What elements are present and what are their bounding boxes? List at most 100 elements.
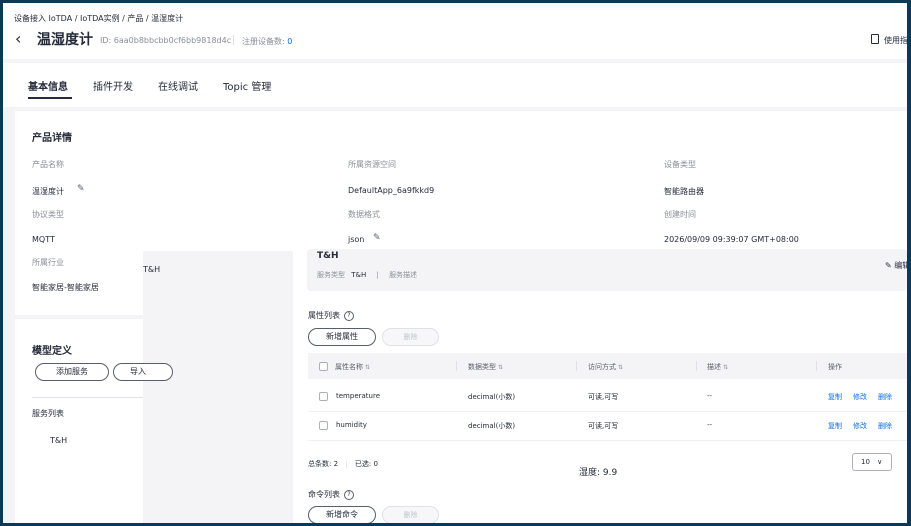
service-type-label: 服务类型: [317, 271, 345, 279]
table-footer: 总条数: 2 | 已选: 0: [308, 460, 378, 468]
registered-label: 注册设备数:: [242, 37, 285, 46]
registered-devices: 注册设备数: 0: [242, 36, 292, 47]
copy-link[interactable]: 复制: [828, 392, 842, 402]
import-button[interactable]: 导入: [113, 363, 173, 381]
divider: [32, 397, 143, 398]
modify-link[interactable]: 修改: [853, 392, 867, 402]
column-header[interactable]: 访问方式 ⇅: [588, 362, 623, 372]
page-header: 设备接入 IoTDA / IoTDA实例 / 产品 / 温湿度计 ‹ 温湿度计 …: [3, 3, 907, 59]
back-icon[interactable]: ‹: [15, 29, 21, 49]
help-icon[interactable]: ?: [344, 310, 354, 321]
select-all-checkbox[interactable]: [319, 362, 328, 371]
service-item[interactable]: T&H: [50, 436, 67, 445]
sort-icon: ⇅: [723, 364, 729, 371]
registered-count[interactable]: 0: [287, 37, 292, 46]
service-desc-label: 服务描述: [389, 271, 418, 279]
delete-link[interactable]: 删除: [878, 421, 892, 431]
column-header[interactable]: 数据类型 ⇅: [468, 362, 503, 372]
property-name: humidity: [336, 421, 367, 429]
service-list-label: 服务列表: [32, 409, 64, 418]
tab-online-debug[interactable]: 在线调试: [158, 78, 198, 93]
stray-label: T&H: [143, 265, 161, 274]
field-label: 协议类型: [32, 210, 64, 219]
column-header[interactable]: 描述 ⇅: [707, 362, 728, 372]
page-title: 温湿度计: [37, 32, 93, 48]
table-row: humidity decimal(小数) 可读,可写 -- 复制 修改 删除: [308, 411, 907, 441]
add-command-button[interactable]: 新增命令: [308, 506, 376, 523]
field-label: 产品名称: [32, 160, 64, 169]
tab-basic-info[interactable]: 基本信息: [28, 78, 68, 93]
add-service-button[interactable]: 添加服务: [35, 363, 109, 381]
model-definition-card: 模型定义 添加服务 导入 服务列表 T&H: [15, 319, 173, 523]
data-format-value: json: [348, 235, 365, 244]
header-divider: [233, 35, 234, 45]
selected-value: 0: [373, 460, 378, 468]
breadcrumb[interactable]: 设备接入 IoTDA / IoTDA实例 / 产品 / 温湿度计: [14, 13, 183, 24]
row-checkbox[interactable]: [319, 392, 328, 401]
overlay-humidity-text: 湿度: 9.9: [579, 468, 618, 478]
copy-link[interactable]: 复制: [828, 421, 842, 431]
property-list-label: 属性列表: [308, 311, 340, 320]
column-header[interactable]: 属性名称 ⇅: [335, 362, 370, 372]
help-icon[interactable]: ?: [344, 489, 354, 500]
row-checkbox[interactable]: [319, 421, 328, 430]
column-header: 操作: [828, 363, 842, 371]
service-detail-panel: T&H 服务类型 T&H | 服务描述 ✎ 编辑 属性列表? 新增属性 删除 属…: [293, 249, 907, 523]
edit-pencil-icon[interactable]: ✎: [373, 233, 381, 243]
field-label: 所属行业: [32, 258, 64, 267]
property-table-header: 属性名称 ⇅ 数据类型 ⇅ 访问方式 ⇅ 描述 ⇅ 操作: [308, 353, 907, 379]
property-access: 可读,可写: [588, 393, 619, 401]
property-type: decimal(小数): [468, 393, 516, 401]
edit-service-button[interactable]: ✎ 编辑: [885, 260, 907, 271]
total-label: 总条数:: [308, 460, 332, 468]
section-title: 模型定义: [32, 346, 72, 357]
property-desc: --: [707, 421, 713, 429]
add-property-button[interactable]: 新增属性: [308, 328, 376, 346]
usage-guide-link[interactable]: 使用指: [884, 35, 907, 46]
created-time-value: 2026/09/09 09:39:07 GMT+08:00: [664, 235, 799, 244]
sort-icon: ⇅: [498, 364, 504, 371]
document-icon[interactable]: [871, 34, 879, 44]
section-title: 产品详情: [32, 133, 72, 144]
edit-pencil-icon[interactable]: ✎: [77, 184, 85, 194]
property-list-title: 属性列表?: [308, 310, 354, 321]
field-label: 设备类型: [664, 160, 696, 169]
resource-space-value: DefaultApp_6a9fkkd9: [348, 186, 435, 195]
product-id: ID: 6aa0b8bbcbb0cf6bb9818d4c: [100, 36, 232, 45]
protocol-value: MQTT: [32, 235, 55, 244]
tab-bar: 基本信息 插件开发 在线调试 Topic 管理: [3, 63, 907, 107]
industry-card: 所属行业 智能家居-智能家居: [15, 251, 143, 315]
page-size-select[interactable]: 10 ∨: [852, 453, 892, 471]
tab-topic-management[interactable]: Topic 管理: [223, 78, 271, 93]
product-name-value: 温湿度计: [32, 187, 64, 196]
total-value: 2: [333, 460, 339, 468]
column-divider: [696, 361, 697, 371]
property-access: 可读,可写: [588, 422, 619, 430]
edit-label: 编辑: [894, 261, 907, 270]
field-label: 所属资源空间: [348, 160, 396, 169]
edit-pencil-icon: ✎: [885, 261, 892, 270]
selected-label: 已选:: [354, 460, 372, 468]
device-type-value: 智能路由器: [664, 187, 704, 196]
app-frame: 设备接入 IoTDA / IoTDA实例 / 产品 / 温湿度计 ‹ 温湿度计 …: [3, 3, 907, 523]
product-details-card: 产品详情 产品名称 温湿度计 ✎ 所属资源空间 DefaultApp_6a9fk…: [15, 111, 907, 251]
industry-value: 智能家居-智能家居: [32, 283, 99, 292]
delete-property-button[interactable]: 删除: [382, 328, 439, 346]
modify-link[interactable]: 修改: [853, 421, 867, 431]
command-list-title: 命令列表?: [308, 489, 354, 500]
table-row: temperature decimal(小数) 可读,可写 -- 复制 修改 删…: [308, 382, 907, 412]
sort-icon: ⇅: [365, 364, 371, 371]
command-list-label: 命令列表: [308, 490, 340, 499]
property-type: decimal(小数): [468, 422, 516, 430]
field-label: 数据格式: [348, 210, 380, 219]
page-size-value: 10: [861, 458, 870, 466]
column-divider: [816, 361, 817, 371]
tab-plugin-dev[interactable]: 插件开发: [93, 78, 133, 93]
column-divider: [576, 361, 577, 371]
service-type-value: T&H: [351, 271, 367, 279]
delete-link[interactable]: 删除: [878, 392, 892, 402]
active-tab-indicator: [28, 97, 72, 99]
delete-command-button[interactable]: 删除: [382, 506, 439, 523]
property-name: temperature: [336, 392, 380, 400]
column-divider: [456, 361, 457, 371]
